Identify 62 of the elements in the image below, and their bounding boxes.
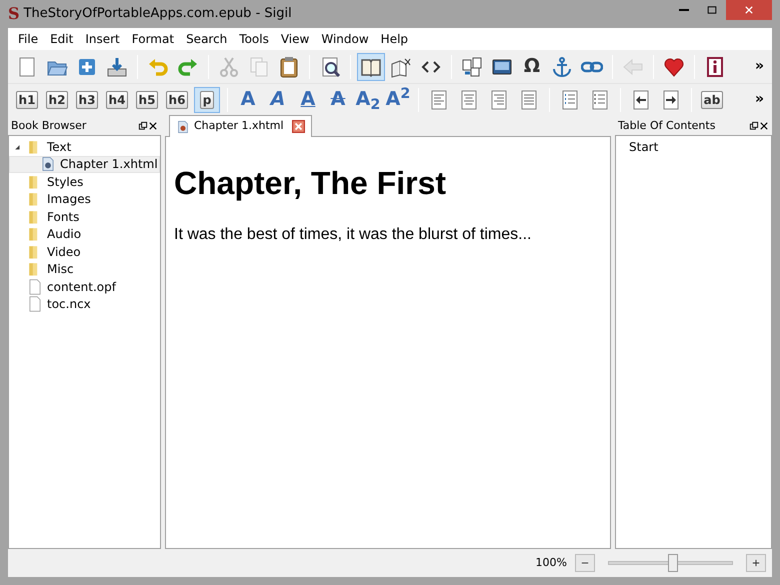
menu-item[interactable]: File xyxy=(12,28,44,50)
toolbar-overflow-button[interactable]: » xyxy=(750,56,768,77)
italic-text-button[interactable]: A xyxy=(264,86,292,112)
underline-text-button[interactable]: A xyxy=(294,86,322,112)
window-title: TheStoryOfPortableApps.com.epub - Sigil xyxy=(24,5,293,24)
info-book-icon xyxy=(704,56,726,78)
paragraph-text: It was the best of times, it was the blurst of times... xyxy=(174,225,532,245)
tree-item[interactable]: Audio xyxy=(9,226,160,243)
merge-pages-icon xyxy=(461,56,483,78)
file-icon xyxy=(27,278,43,295)
plus-icon xyxy=(751,558,761,568)
tree-item[interactable]: toc.ncx xyxy=(9,296,160,313)
strike-text-button[interactable]: A xyxy=(324,86,352,112)
zoom-in-button[interactable] xyxy=(746,554,766,572)
float-panel-icon xyxy=(749,121,759,131)
xhtml-file-icon xyxy=(40,156,56,172)
tree-item[interactable]: Misc xyxy=(9,260,160,278)
menu-item[interactable]: Search xyxy=(180,28,234,50)
bold-text-button[interactable]: A xyxy=(234,86,262,112)
save-icon xyxy=(106,56,128,78)
panel-title: Book Browser xyxy=(11,118,88,134)
sub-text-button[interactable]: A$_{2}$ xyxy=(354,86,382,112)
heart-icon xyxy=(663,56,685,78)
tree-item[interactable]: Styles xyxy=(9,173,160,190)
tree-item[interactable]: Video xyxy=(9,243,160,260)
clipboard-icon xyxy=(278,56,300,78)
panel-title: Table Of Contents xyxy=(618,118,716,134)
copy-icon xyxy=(248,56,270,78)
slider-thumb[interactable] xyxy=(668,554,678,572)
toolbar-button[interactable] xyxy=(357,52,385,80)
tree-item[interactable]: content.opf xyxy=(9,278,160,296)
menu-item[interactable]: Insert xyxy=(79,28,126,50)
heading-button[interactable]: p xyxy=(194,86,220,112)
app-logo: S xyxy=(8,3,21,25)
menu-item[interactable]: View xyxy=(274,28,316,50)
menu-item[interactable]: Window xyxy=(315,28,375,50)
tree-item[interactable]: Images xyxy=(9,190,160,208)
close-icon xyxy=(148,121,158,131)
minimize-icon xyxy=(679,9,689,11)
chapter-heading: Chapter, The First xyxy=(174,164,448,203)
zoom-level: 100% xyxy=(536,554,567,571)
toc-item[interactable]: Start xyxy=(616,138,771,156)
close-icon xyxy=(759,121,769,131)
menu-item[interactable]: Tools xyxy=(233,28,275,50)
tree-item[interactable]: Fonts xyxy=(9,208,160,226)
scissors-icon xyxy=(218,56,240,78)
menu-item[interactable]: Format xyxy=(126,28,180,50)
menu-item[interactable]: Help xyxy=(374,28,414,50)
tree-item[interactable]: Text xyxy=(9,138,160,156)
sup-text-button[interactable]: A$^{2}$ xyxy=(384,86,412,112)
menu-item[interactable]: Edit xyxy=(44,28,80,50)
book-code-icon xyxy=(390,56,412,78)
tree-item[interactable]: Chapter 1.xhtml xyxy=(9,156,160,173)
file-icon xyxy=(27,296,43,312)
toolbar-overflow-button[interactable]: » xyxy=(750,89,768,110)
expanded-arrow-icon xyxy=(13,142,21,151)
close-tab-icon xyxy=(292,120,305,133)
toolbar-button[interactable]: Ω xyxy=(518,52,546,80)
editor-tab[interactable]: Chapter 1.xhtml xyxy=(169,115,312,137)
xhtml-file-icon xyxy=(176,120,190,134)
float-panel-icon xyxy=(138,121,148,131)
anchor-icon xyxy=(551,56,573,78)
